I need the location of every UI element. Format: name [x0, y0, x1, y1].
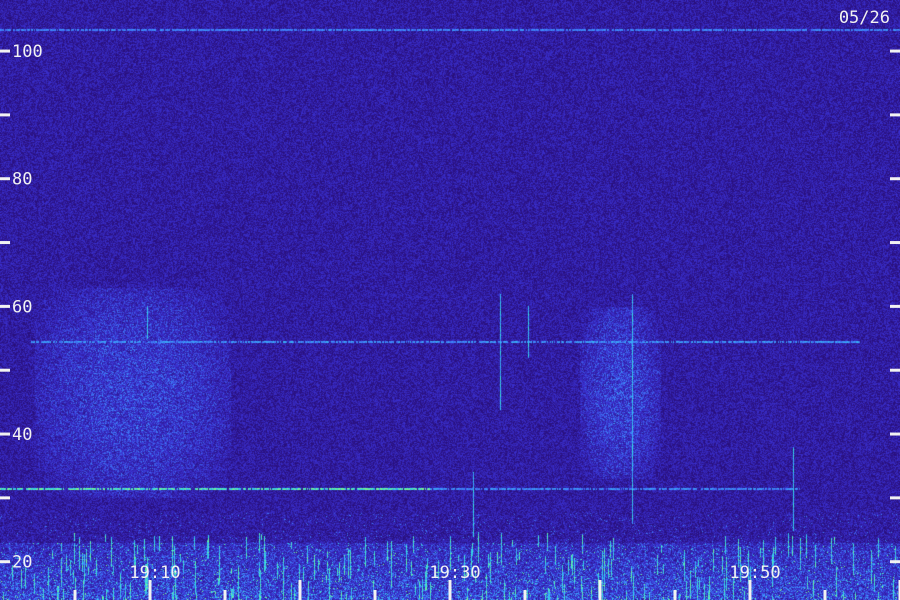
- spectrogram-heatmap: [0, 0, 900, 600]
- x-tick-label: 19:30: [429, 563, 480, 583]
- y-tick-left: [0, 560, 10, 564]
- y-tick-label: 60: [12, 297, 32, 317]
- date-label: 05/26: [839, 8, 890, 28]
- x-tick: [73, 590, 77, 600]
- y-tick-left: [0, 304, 10, 308]
- y-tick-right: [890, 304, 900, 308]
- y-tick-right: [890, 49, 900, 53]
- x-tick: [823, 590, 827, 600]
- y-tick-left: [0, 432, 10, 436]
- y-tick-left: [0, 177, 10, 181]
- x-tick: [673, 590, 677, 600]
- y-tick-right: [890, 496, 900, 500]
- x-tick: [223, 590, 227, 600]
- y-tick-left: [0, 368, 10, 372]
- y-tick-right: [890, 177, 900, 181]
- x-tick: [373, 590, 377, 600]
- x-tick: [148, 580, 152, 600]
- y-tick-left: [0, 496, 10, 500]
- y-tick-label: 100: [12, 42, 43, 62]
- x-tick-label: 19:10: [129, 563, 180, 583]
- x-tick: [598, 580, 602, 600]
- x-tick-label: 19:50: [729, 563, 780, 583]
- spectrogram-chart: 20 40 60 80 100 19:10 19:30 19:50 05/26: [0, 0, 900, 600]
- x-tick: [298, 580, 302, 600]
- y-tick-left: [0, 113, 10, 117]
- y-tick-right: [890, 368, 900, 372]
- y-tick-right: [890, 432, 900, 436]
- x-tick: [448, 580, 452, 600]
- y-tick-label: 80: [12, 170, 32, 190]
- x-tick: [523, 590, 527, 600]
- x-tick: [748, 580, 752, 600]
- y-tick-label: 40: [12, 425, 32, 445]
- y-tick-right: [890, 560, 900, 564]
- y-tick-left: [0, 49, 10, 53]
- y-tick-right: [890, 241, 900, 245]
- y-tick-left: [0, 241, 10, 245]
- y-tick-right: [890, 113, 900, 117]
- y-tick-label: 20: [12, 553, 32, 573]
